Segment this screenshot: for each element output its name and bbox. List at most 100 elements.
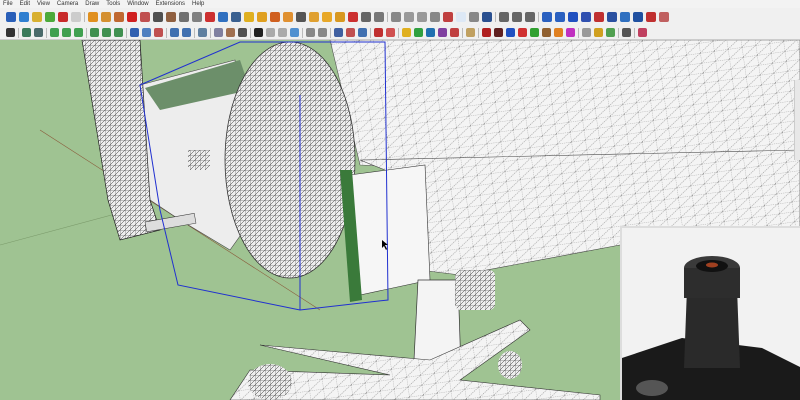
- wand-icon[interactable]: [622, 28, 631, 37]
- doc-red-icon[interactable]: [659, 12, 669, 22]
- tile-orange2-icon[interactable]: [322, 12, 332, 22]
- layer-green-icon[interactable]: [45, 12, 55, 22]
- tile-orange-icon[interactable]: [309, 12, 319, 22]
- layer-blue-icon[interactable]: [6, 12, 16, 22]
- house-yellow-icon[interactable]: [402, 28, 411, 37]
- menu-view[interactable]: View: [37, 0, 50, 8]
- component2-icon[interactable]: [34, 28, 43, 37]
- drop-dark-icon[interactable]: [494, 28, 503, 37]
- cloud-icon[interactable]: [290, 28, 299, 37]
- lock-icon[interactable]: [594, 28, 603, 37]
- menu-window[interactable]: Window: [127, 0, 148, 8]
- ear-icon[interactable]: [482, 12, 492, 22]
- checker-icon[interactable]: [254, 28, 263, 37]
- drop-magenta-icon[interactable]: [566, 28, 575, 37]
- warning-icon[interactable]: [244, 12, 254, 22]
- drop-red2-icon[interactable]: [518, 28, 527, 37]
- drop-blue-icon[interactable]: [506, 28, 515, 37]
- select-red-icon[interactable]: [127, 12, 137, 22]
- menu-file[interactable]: File: [3, 0, 13, 8]
- layer-outline-icon[interactable]: [71, 12, 81, 22]
- undo-blue-icon[interactable]: [633, 12, 643, 22]
- dice-icon[interactable]: [374, 12, 384, 22]
- zoom-icon[interactable]: [404, 12, 414, 22]
- tile-orange3-icon[interactable]: [335, 12, 345, 22]
- rotate-icon[interactable]: [114, 12, 124, 22]
- arrows-red-icon[interactable]: [594, 12, 604, 22]
- menu-extensions[interactable]: Extensions: [156, 0, 185, 8]
- menu-draw[interactable]: Draw: [85, 0, 99, 8]
- shield-icon[interactable]: [582, 28, 591, 37]
- section3-icon[interactable]: [525, 12, 535, 22]
- curve-blue-icon[interactable]: [218, 12, 228, 22]
- arrows-blue-icon[interactable]: [581, 12, 591, 22]
- house-blue-icon[interactable]: [426, 28, 435, 37]
- line-icon[interactable]: [334, 28, 343, 37]
- doc-icon[interactable]: [278, 28, 287, 37]
- sphere-icon[interactable]: [391, 12, 401, 22]
- cube-icon[interactable]: [430, 12, 440, 22]
- table-icon[interactable]: [170, 28, 179, 37]
- dash-sub-icon[interactable]: [114, 28, 123, 37]
- magnify-icon[interactable]: [466, 28, 475, 37]
- grid-red-icon[interactable]: [154, 28, 163, 37]
- pen-blue-icon[interactable]: [607, 12, 617, 22]
- zoom-window-icon[interactable]: [417, 12, 427, 22]
- house-green-icon[interactable]: [414, 28, 423, 37]
- figure-icon[interactable]: [469, 12, 479, 22]
- lines-sub-icon[interactable]: [74, 28, 83, 37]
- component-icon[interactable]: [22, 28, 31, 37]
- diag-icon[interactable]: [130, 28, 139, 37]
- recycle-icon[interactable]: [606, 28, 615, 37]
- push-pull-icon[interactable]: [101, 12, 111, 22]
- sandbox-icon[interactable]: [226, 28, 235, 37]
- default-tray-tab[interactable]: [794, 80, 800, 160]
- panel2-icon[interactable]: [318, 28, 327, 37]
- stamp-icon[interactable]: [214, 28, 223, 37]
- lines-add-icon[interactable]: [62, 28, 71, 37]
- tag-icon[interactable]: [266, 28, 275, 37]
- box-icon[interactable]: [140, 12, 150, 22]
- layer-yellow-icon[interactable]: [32, 12, 42, 22]
- circle-dots-icon[interactable]: [361, 12, 371, 22]
- move-blue-icon[interactable]: [542, 12, 552, 22]
- follow-me-icon[interactable]: [88, 12, 98, 22]
- download-icon[interactable]: [443, 12, 453, 22]
- fire-icon[interactable]: [270, 12, 280, 22]
- drop-green-icon[interactable]: [530, 28, 539, 37]
- menu-edit[interactable]: Edit: [20, 0, 30, 8]
- undo-red-icon[interactable]: [646, 12, 656, 22]
- panel-icon[interactable]: [306, 28, 315, 37]
- axis-blue-icon[interactable]: [568, 12, 578, 22]
- dash-add-icon[interactable]: [102, 28, 111, 37]
- phone-icon[interactable]: [238, 28, 247, 37]
- drop-orange-icon[interactable]: [554, 28, 563, 37]
- drop-red-icon[interactable]: [482, 28, 491, 37]
- menu-camera[interactable]: Camera: [57, 0, 78, 8]
- gear-icon[interactable]: [296, 12, 306, 22]
- spin-icon[interactable]: [283, 12, 293, 22]
- dash-icon[interactable]: [90, 28, 99, 37]
- curve-red-icon[interactable]: [205, 12, 215, 22]
- layer-blue2-icon[interactable]: [19, 12, 29, 22]
- section-icon[interactable]: [499, 12, 509, 22]
- lines-icon[interactable]: [50, 28, 59, 37]
- layer-red-icon[interactable]: [58, 12, 68, 22]
- orbit-icon[interactable]: [257, 12, 267, 22]
- frame-icon[interactable]: [153, 12, 163, 22]
- pencil-icon[interactable]: [374, 28, 383, 37]
- paint-icon[interactable]: [166, 12, 176, 22]
- house-undo-icon[interactable]: [450, 28, 459, 37]
- scale-blue-icon[interactable]: [620, 12, 630, 22]
- menu-help[interactable]: Help: [192, 0, 204, 8]
- light-icon[interactable]: [456, 12, 466, 22]
- table-blue-icon[interactable]: [358, 28, 367, 37]
- move-blue2-icon[interactable]: [555, 12, 565, 22]
- select-arrow-icon[interactable]: [6, 28, 15, 37]
- tile-small-icon[interactable]: [346, 28, 355, 37]
- menu-tools[interactable]: Tools: [106, 0, 120, 8]
- arc-icon[interactable]: [192, 12, 202, 22]
- protractor-icon[interactable]: [638, 28, 647, 37]
- table2-icon[interactable]: [182, 28, 191, 37]
- crop-icon[interactable]: [386, 28, 395, 37]
